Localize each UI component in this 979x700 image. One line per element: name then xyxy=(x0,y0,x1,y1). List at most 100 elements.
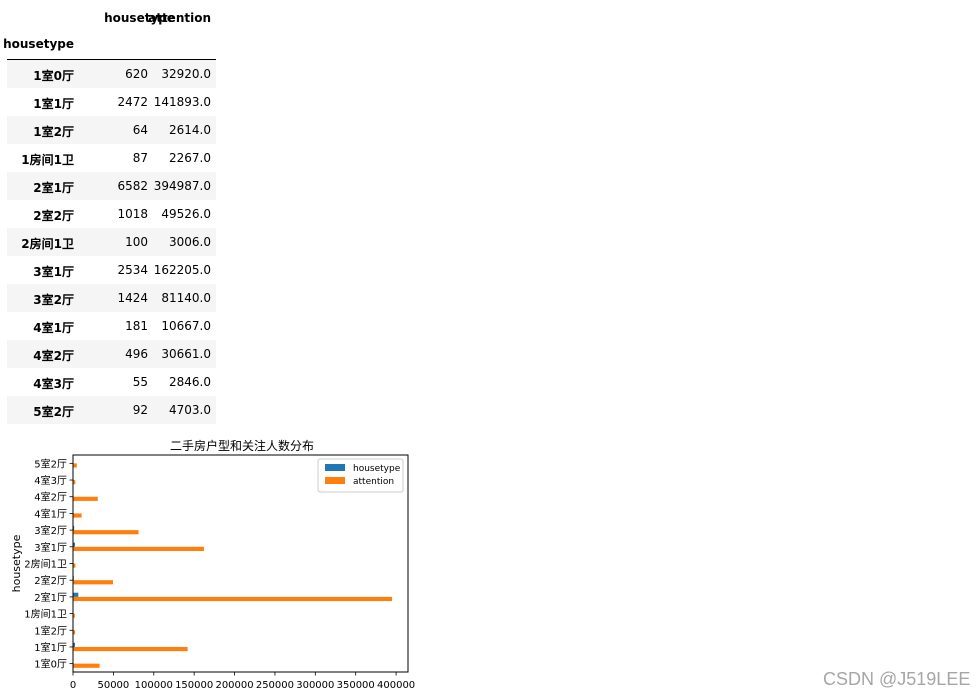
table-row: 3室2厅 1424 81140.0 xyxy=(7,284,216,312)
column-header: attention xyxy=(148,11,211,25)
legend-label: attention xyxy=(353,477,394,487)
dataframe-table: housetype attention housetype 1室0厅 620 329… xyxy=(3,4,216,424)
attention-cell: 2846.0 xyxy=(169,375,211,389)
housetype-cell: 1424 xyxy=(117,291,148,305)
legend-swatch xyxy=(325,477,345,484)
attention-cell: 32920.0 xyxy=(161,67,211,81)
table-row: 4室3厅 55 2846.0 xyxy=(7,368,216,396)
housetype-cell: 496 xyxy=(125,347,148,361)
table-row: 5室2厅 92 4703.0 xyxy=(7,396,216,424)
row-index-label: 1室1厅 xyxy=(33,97,74,111)
row-index-label: 4室2厅 xyxy=(33,349,74,363)
table-row: 2房间1卫 100 3006.0 xyxy=(7,228,216,256)
y-tick-label: 2房间1卫 xyxy=(24,558,67,571)
attention-cell: 2267.0 xyxy=(169,151,211,165)
x-tick-label: 150000 xyxy=(175,680,213,691)
x-tick-label: 250000 xyxy=(256,680,294,691)
housetype-cell: 100 xyxy=(125,235,148,249)
housetype-cell: 87 xyxy=(132,151,148,165)
y-axis-ticks: 1室0厅 1室1厅 1室2厅 1房间1卫 2室1厅 2室2厅 2房间1卫 3室1厅 3室2厅 4室… xyxy=(24,457,73,671)
y-tick-label: 3室1厅 xyxy=(34,541,67,554)
attention-cell: 3006.0 xyxy=(169,235,211,249)
legend-swatch xyxy=(325,464,345,471)
row-index-label: 2室1厅 xyxy=(33,181,74,195)
table-row: 4室1厅 181 10667.0 xyxy=(7,312,216,340)
table-row: 2室1厅 6582 394987.0 xyxy=(7,172,216,200)
bar-chart: 二手房户型和关注人数分布 housetype 1室0厅 1室1厅 1室2厅 1房间1卫… xyxy=(10,438,415,691)
row-index-label: 3室1厅 xyxy=(33,265,74,279)
table-row: 3室1厅 2534 162205.0 xyxy=(7,256,216,284)
index-name-row: housetype xyxy=(3,31,216,58)
x-tick-label: 50000 xyxy=(97,680,129,691)
x-tick-label: 0 xyxy=(70,680,76,691)
attention-cell: 394987.0 xyxy=(153,179,211,193)
table-row: 1室2厅 64 2614.0 xyxy=(7,116,216,144)
x-axis-ticks: 0 50000 100000 150000 200000 250000 300000 3500… xyxy=(70,672,415,691)
x-tick-label: 100000 xyxy=(135,680,173,691)
table-row: 2室2厅 1018 49526.0 xyxy=(7,200,216,228)
housetype-cell: 1018 xyxy=(117,207,148,221)
housetype-cell: 64 xyxy=(132,123,148,137)
y-axis-label: housetype xyxy=(10,534,23,592)
bar-attention xyxy=(73,596,393,602)
table-row: 1室1厅 2472 141893.0 xyxy=(7,88,216,116)
x-tick-label: 350000 xyxy=(337,680,375,691)
attention-cell: 141893.0 xyxy=(153,95,211,109)
row-index-label: 1房间1卫 xyxy=(21,153,74,167)
row-index-label: 4室3厅 xyxy=(33,377,74,391)
bar-attention xyxy=(73,663,100,668)
bar-attention xyxy=(73,546,205,551)
row-index-label: 2房间1卫 xyxy=(21,237,74,251)
y-tick-label: 3室2厅 xyxy=(34,524,67,537)
y-tick-label: 5室2厅 xyxy=(34,457,67,470)
legend: housetype attention xyxy=(317,458,404,493)
column-header-row: housetype attention xyxy=(7,4,216,31)
row-index-label: 3室2厅 xyxy=(33,293,74,307)
x-tick-label: 300000 xyxy=(296,680,334,691)
row-index-label: 2室2厅 xyxy=(33,209,74,223)
y-tick-label: 1室1厅 xyxy=(34,641,67,654)
legend-label: housetype xyxy=(353,464,401,474)
housetype-cell: 181 xyxy=(125,319,148,333)
row-index-label: 1室2厅 xyxy=(33,125,74,139)
table-row: 1房间1卫 87 2267.0 xyxy=(7,144,216,172)
row-index-label: 5室2厅 xyxy=(33,405,74,419)
y-tick-label: 4室3厅 xyxy=(34,474,67,487)
attention-cell: 162205.0 xyxy=(153,263,211,277)
attention-cell: 4703.0 xyxy=(169,403,211,417)
attention-cell: 49526.0 xyxy=(161,207,211,221)
watermark: CSDN @J519LEE xyxy=(823,669,971,689)
y-tick-label: 1室2厅 xyxy=(34,624,67,637)
bar-attention xyxy=(73,530,139,535)
bar-attention xyxy=(73,463,77,468)
x-tick-label: 400000 xyxy=(377,680,415,691)
bar-attention xyxy=(73,496,98,501)
y-tick-label: 4室2厅 xyxy=(34,491,67,504)
bar-attention xyxy=(73,646,188,652)
y-tick-label: 4室1厅 xyxy=(34,507,67,520)
housetype-cell: 6582 xyxy=(117,179,148,193)
table-row: 1室0厅 620 32920.0 xyxy=(7,60,216,88)
y-tick-label: 1房间1卫 xyxy=(24,608,67,621)
chart-title: 二手房户型和关注人数分布 xyxy=(170,438,314,453)
bar-attention xyxy=(73,580,114,585)
attention-cell: 10667.0 xyxy=(161,319,211,333)
attention-cell: 2614.0 xyxy=(169,123,211,137)
row-index-label: 4室1厅 xyxy=(33,321,74,335)
housetype-cell: 2534 xyxy=(117,263,148,277)
x-tick-label: 200000 xyxy=(215,680,253,691)
housetype-cell: 55 xyxy=(132,375,148,389)
housetype-cell: 92 xyxy=(132,403,148,417)
y-tick-label: 1室0厅 xyxy=(34,658,67,671)
table-row: 4室2厅 496 30661.0 xyxy=(7,340,216,368)
bar-attention xyxy=(73,513,82,518)
index-name-header: housetype xyxy=(3,37,74,51)
y-tick-label: 2室1厅 xyxy=(34,591,67,604)
attention-cell: 81140.0 xyxy=(161,291,211,305)
table-body: 1室0厅 620 32920.0 1室1厅 2472 141893.0 1室2厅 64 2614… xyxy=(7,60,216,424)
bar-housetype xyxy=(73,592,79,597)
housetype-cell: 620 xyxy=(125,67,148,81)
attention-cell: 30661.0 xyxy=(161,347,211,361)
housetype-cell: 2472 xyxy=(117,95,148,109)
y-tick-label: 2室2厅 xyxy=(34,574,67,587)
